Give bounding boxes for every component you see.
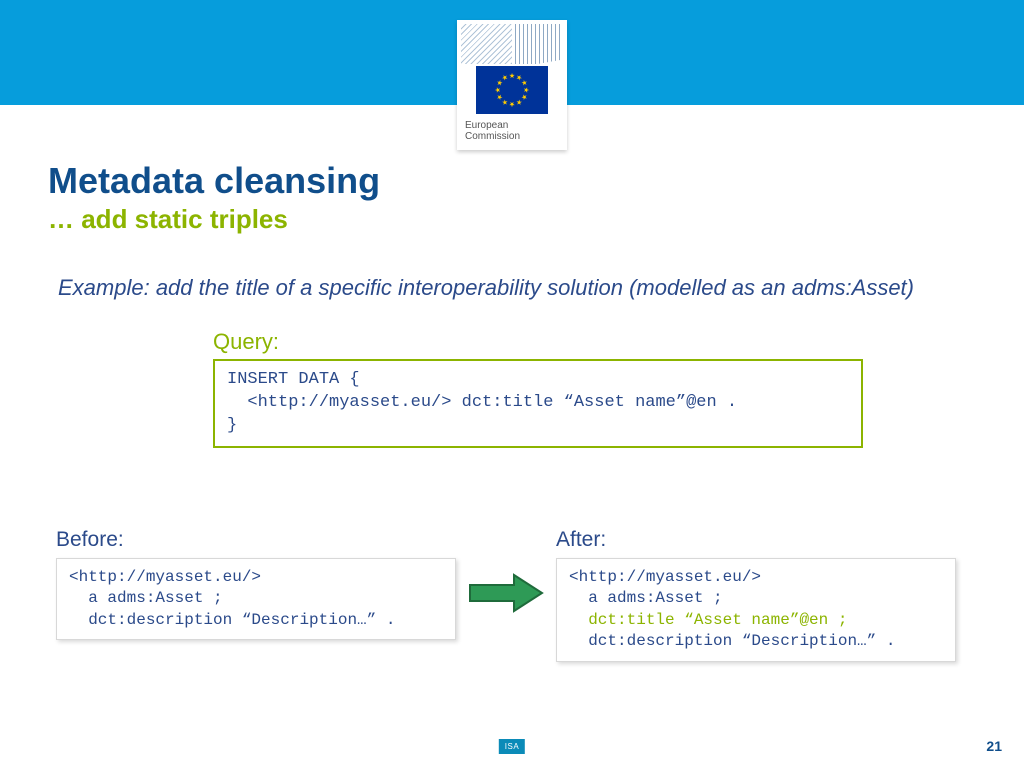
after-panel: After: <http://myasset.eu/> a adms:Asset…	[556, 528, 956, 662]
before-panel: Before: <http://myasset.eu/> a adms:Asse…	[56, 528, 456, 641]
example-text: Example: add the title of a specific int…	[58, 273, 966, 303]
query-label: Query:	[213, 329, 976, 355]
ec-logo: ★ ★ ★ ★ ★ ★ ★ ★ ★ ★ ★ ★ European Commiss…	[457, 20, 567, 150]
after-label: After:	[556, 528, 956, 552]
eu-flag: ★ ★ ★ ★ ★ ★ ★ ★ ★ ★ ★ ★	[476, 66, 548, 114]
eu-stars: ★ ★ ★ ★ ★ ★ ★ ★ ★ ★ ★ ★	[495, 73, 529, 107]
before-code: <http://myasset.eu/> a adms:Asset ; dct:…	[56, 558, 456, 641]
before-after-row: Before: <http://myasset.eu/> a adms:Asse…	[48, 528, 976, 662]
slide-content: Metadata cleansing … add static triples …	[0, 105, 1024, 662]
logo-lines-graphic	[461, 24, 563, 64]
before-label: Before:	[56, 528, 456, 552]
logo-text: European Commission	[461, 118, 563, 146]
isa-badge: ISA	[499, 739, 525, 754]
query-code-box: INSERT DATA { <http://myasset.eu/> dct:t…	[213, 359, 863, 448]
arrow-icon	[456, 573, 556, 613]
slide-title: Metadata cleansing	[48, 160, 976, 202]
after-code: <http://myasset.eu/> a adms:Asset ; dct:…	[556, 558, 956, 662]
page-number: 21	[986, 738, 1002, 754]
slide-subtitle: … add static triples	[48, 204, 976, 235]
